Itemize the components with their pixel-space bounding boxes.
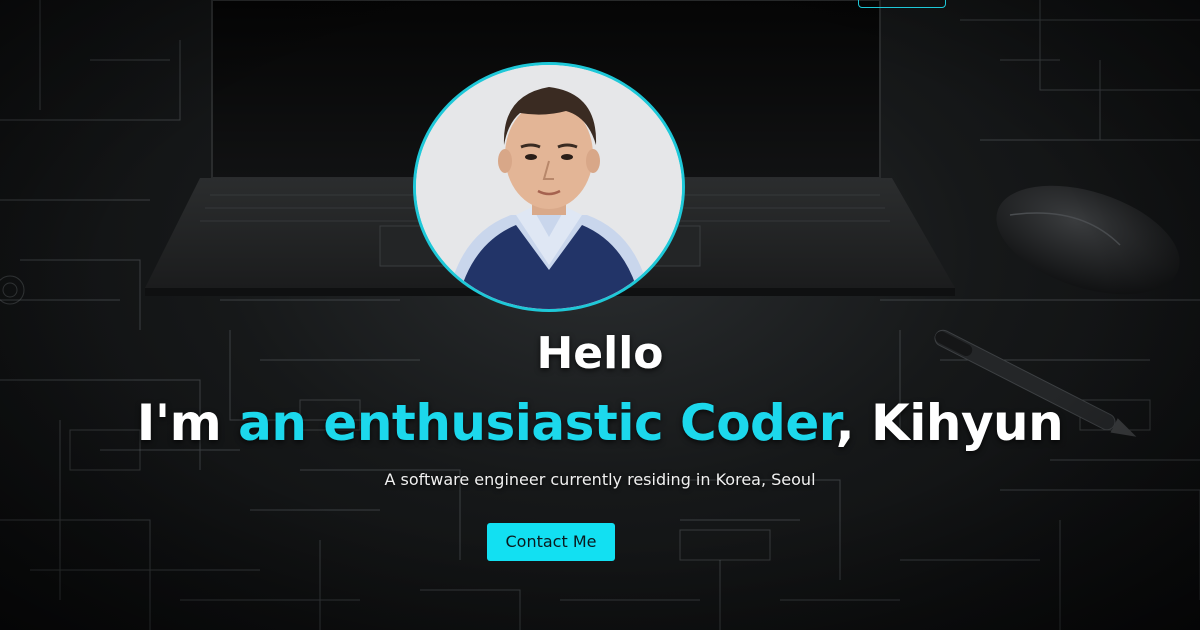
hero-headline: I'm an enthusiastic Coder, Kihyun [0, 392, 1200, 454]
profile-photo [416, 65, 682, 309]
headline-accent: an enthusiastic Coder [238, 394, 836, 452]
hero-section: Hello I'm an enthusiastic Coder, Kihyun … [0, 0, 1200, 630]
hero-greeting: Hello [536, 328, 664, 379]
profile-avatar [413, 62, 685, 312]
hero-subtitle: A software engineer currently residing i… [384, 470, 816, 489]
nav-button[interactable] [858, 0, 946, 8]
contact-me-button[interactable]: Contact Me [487, 523, 615, 561]
headline-suffix: , Kihyun [835, 394, 1064, 452]
headline-prefix: I'm [136, 394, 239, 452]
